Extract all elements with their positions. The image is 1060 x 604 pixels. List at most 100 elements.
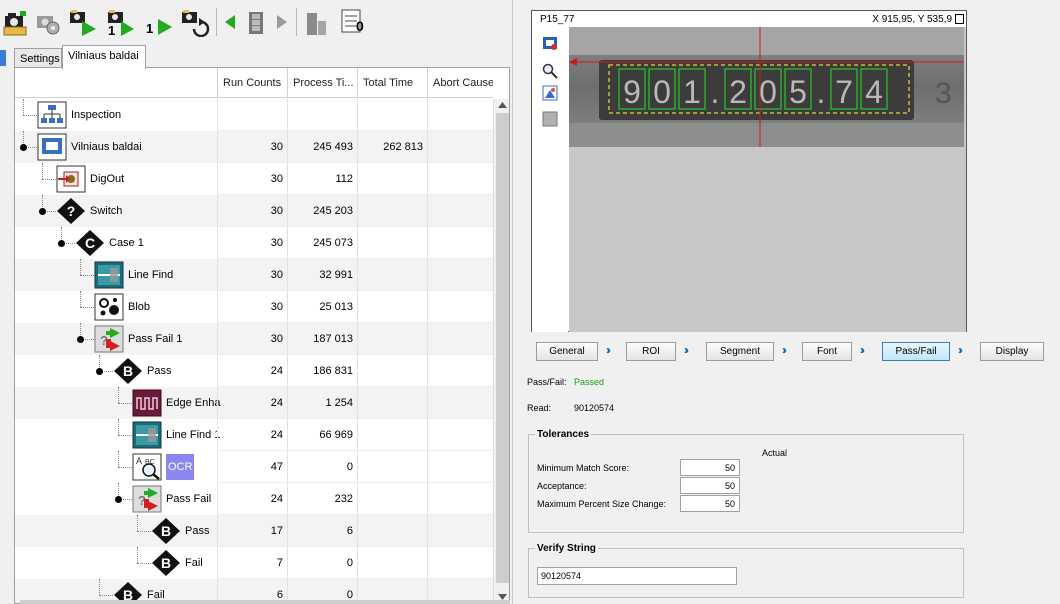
tree-node-label[interactable]: Edge Enha [166,397,220,409]
run-one-icon[interactable]: 1 [144,7,174,37]
zoom-icon[interactable] [542,63,558,79]
counter-reset-icon[interactable]: 0 [340,7,368,37]
collapse-toggle-icon[interactable] [58,240,65,247]
tree-row[interactable]: B Pass 24 186 831 [15,355,493,387]
column-header-abort-cause[interactable]: Abort Cause [427,68,493,98]
branch-icon[interactable]: B [151,517,181,545]
inspection-icon[interactable] [37,101,67,129]
tree-node-label[interactable]: Line Find 1 [166,429,220,441]
switch-icon[interactable]: ? [56,197,86,225]
cell-total-time [357,515,427,547]
tree-node-label[interactable]: Blob [128,301,150,313]
collapse-toggle-icon[interactable] [39,208,46,215]
tree-node-label[interactable]: Pass [185,525,209,537]
edge-enhance-icon[interactable] [132,389,162,417]
tree-row[interactable]: B Fail 7 0 [15,547,493,579]
step-segment-button[interactable]: Segment [706,342,774,361]
scroll-up-icon[interactable] [498,101,507,109]
branch-icon[interactable]: B [113,357,143,385]
blob-icon[interactable] [94,293,124,321]
read-value: 90120574 [574,403,615,413]
step-display-button[interactable]: Display [980,342,1044,361]
vertical-scrollbar[interactable] [493,99,509,603]
tree-row[interactable]: Inspection [15,99,493,131]
pin-icon[interactable] [955,14,964,24]
tree-node-label[interactable]: DigOut [90,173,124,185]
tree-row[interactable]: B Pass 17 6 [15,515,493,547]
column-header-process-time[interactable]: Process Ti... [287,68,357,98]
tree-node-label[interactable]: Switch [90,205,122,217]
tree-row[interactable]: Edge Enha 24 1 254 [15,387,493,419]
cell-process-time: 6 [287,515,357,547]
next-icon[interactable] [274,7,290,37]
step-font-button[interactable]: Font [802,342,852,361]
ocr-icon[interactable]: A BC [132,453,162,481]
max-size-change-field[interactable]: 50 [680,495,740,512]
run-loop-icon[interactable] [180,7,210,38]
tree-node-label[interactable]: Inspection [71,109,121,121]
tree-node-label[interactable]: Case 1 [109,237,144,249]
tree-row[interactable]: Blob 30 25 013 [15,291,493,323]
cell-run-counts: 24 [217,387,287,419]
grid-header: Run Counts Process Ti... Total Time Abor… [15,68,493,98]
camera-image[interactable]: 901.205.74 3 [569,27,964,147]
tree-node-label[interactable]: Line Find [128,269,173,281]
tree-node-label[interactable]: Pass Fail 1 [128,333,182,345]
collapse-toggle-icon[interactable] [77,336,84,343]
tree-row[interactable]: ? Switch 30 245 203 [15,195,493,227]
tree-row[interactable]: Vilniaus baldai 30 245 493 262 813 [15,131,493,163]
digital-output-icon[interactable] [56,165,86,193]
tree-node-label[interactable]: Pass Fail [166,493,211,505]
pass-fail-icon[interactable]: ? [132,485,162,513]
collapse-toggle-icon[interactable] [20,144,27,151]
collapse-toggle-icon[interactable] [115,496,122,503]
tree-connector [118,419,119,435]
pan-icon[interactable] [542,35,558,51]
overlay-icon[interactable] [542,111,558,127]
tree-node-label[interactable]: OCR [166,454,195,480]
step-passfail-button[interactable]: Pass/Fail [882,342,950,361]
tree-node-label[interactable]: Fail [185,557,203,569]
tree-row[interactable]: Line Find 1 24 66 969 [15,419,493,451]
step-general-button[interactable]: General [536,342,598,361]
svg-text:B: B [161,555,171,571]
open-camera-icon[interactable] [2,7,28,37]
case-icon[interactable]: C [75,229,105,257]
step-roi-button[interactable]: ROI [626,342,676,361]
program-icon[interactable] [37,133,67,161]
previous-icon[interactable] [222,7,238,37]
tree-row[interactable]: ? Pass Fail 1 30 187 013 [15,323,493,355]
branch-icon[interactable]: B [151,549,181,577]
cell-process-time: 186 831 [287,355,357,387]
run-continuous-icon[interactable] [68,7,98,37]
collapse-toggle-icon[interactable] [96,368,103,375]
filmstrip-icon[interactable] [246,7,266,37]
histogram-icon[interactable] [304,7,330,37]
panel-splitter[interactable] [512,0,520,604]
line-find-icon[interactable] [94,261,124,289]
line-find-icon[interactable] [132,421,162,449]
run-once-icon[interactable]: 1 [106,7,136,38]
step-arrow-icon: ›› [860,343,865,357]
column-header-run-counts[interactable]: Run Counts [217,68,287,98]
pass-fail-icon[interactable]: ? [94,325,124,353]
column-header-total-time[interactable]: Total Time [357,68,427,98]
camera-settings-icon[interactable] [34,7,62,37]
tree-row[interactable]: Line Find 30 32 991 [15,259,493,291]
image-adjust-icon[interactable] [542,85,558,101]
verify-string-field[interactable]: 90120574 [537,567,737,585]
tree-row[interactable]: DigOut 30 112 [15,163,493,195]
min-match-field[interactable]: 50 [680,459,740,476]
acceptance-field[interactable]: 50 [680,477,740,494]
tree-row[interactable]: C Case 1 30 245 073 [15,227,493,259]
tree-node-label[interactable]: Vilniaus baldai [71,141,142,153]
tab-vilniaus-baldai[interactable]: Vilniaus baldai [62,45,146,69]
tab-settings[interactable]: Settings [14,48,62,68]
horizontal-scrollbar[interactable] [20,600,510,604]
tree-row[interactable]: A BC OCR 47 0 [15,451,493,483]
tree-row[interactable]: ? Pass Fail 24 232 [15,483,493,515]
camera-image-area[interactable]: 901.205.74 3 [569,27,966,332]
cell-total-time [357,387,427,419]
scrollbar-thumb[interactable] [496,113,509,583]
tree-node-label[interactable]: Pass [147,365,171,377]
